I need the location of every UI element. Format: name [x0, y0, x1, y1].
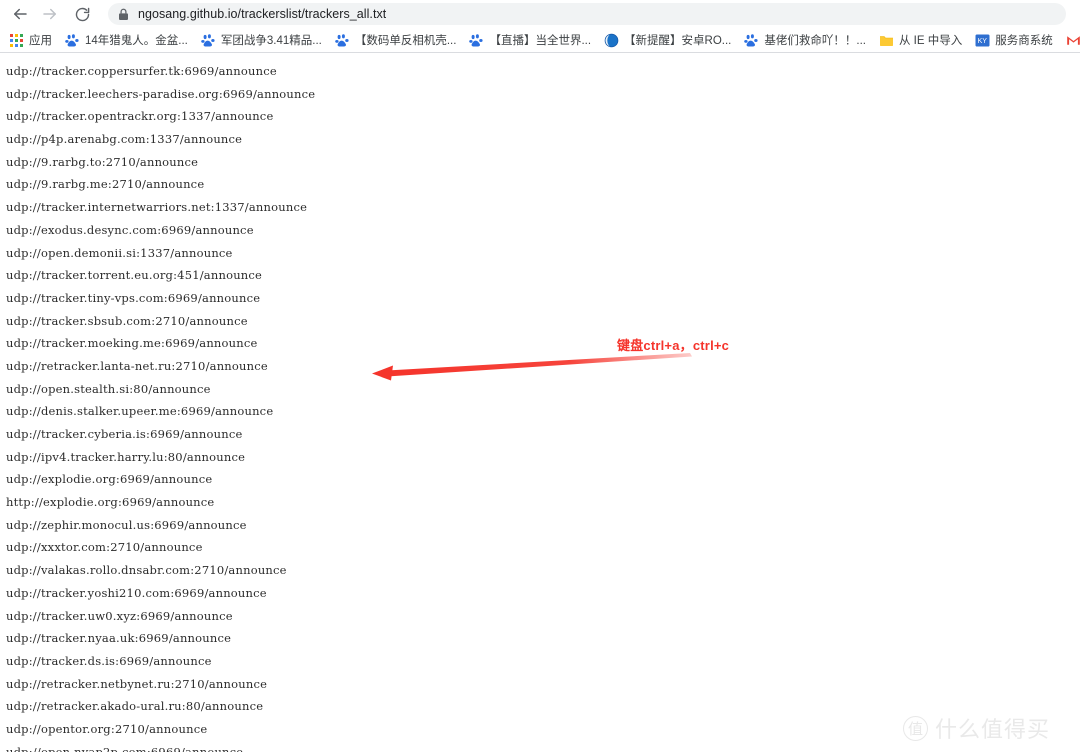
tracker-line: udp://tracker.leechers-paradise.org:6969… [6, 86, 316, 101]
tracker-line: udp://retracker.netbynet.ru:2710/announc… [6, 676, 268, 691]
bookmark-label: 基佬们救命吖！！... [764, 35, 866, 47]
tracker-line: udp://tracker.opentrackr.org:1337/announ… [6, 109, 274, 124]
tracker-line: http://explodie.org:6969/announce [6, 495, 215, 510]
address-bar-url: ngosang.github.io/trackerslist/trackers_… [138, 7, 387, 21]
tracker-line: udp://tracker.nyaa.uk:6969/announce [6, 631, 232, 646]
tracker-line: udp://open.demonii.si:1337/announce [6, 245, 233, 260]
browser-toolbar: ngosang.github.io/trackerslist/trackers_… [0, 0, 1080, 28]
tracker-line: udp://tracker.moeking.me:6969/announce [6, 336, 258, 351]
forward-button [36, 0, 64, 28]
baidu-paw-icon [744, 33, 759, 48]
bookmarks-bar: 应用 14年猎鬼人。金盆... 军团战争3.41精品... 【数码单反相机壳..… [0, 28, 1080, 53]
bookmark-label: 应用 [29, 35, 52, 47]
tracker-line: udp://p4p.arenabg.com:1337/announce [6, 132, 243, 147]
ky-badge-icon: KY [975, 33, 990, 48]
bookmark-item[interactable]: 【新提醒】安卓RO... [602, 30, 733, 50]
arrow-right-icon [41, 5, 59, 23]
tracker-line: udp://exodus.desync.com:6969/announce [6, 222, 254, 237]
tracker-line: udp://opentor.org:2710/announce [6, 721, 208, 736]
bookmark-item[interactable]: 基佬们救命吖！！... [742, 30, 868, 50]
tracker-line: udp://tracker.yoshi210.com:6969/announce [6, 585, 267, 600]
plain-text-document: udp://tracker.coppersurfer.tk:6969/annou… [0, 54, 1080, 752]
bookmark-apps[interactable]: 应用 [7, 30, 54, 50]
bookmark-label: 【直播】当全世界... [489, 35, 592, 47]
gmail-icon [1066, 33, 1080, 48]
bookmark-item[interactable]: 【数码单反相机壳... [333, 30, 459, 50]
tracker-line: udp://retracker.lanta-net.ru:2710/announ… [6, 358, 268, 373]
bookmark-label: 【新提醒】安卓RO... [624, 35, 732, 47]
bookmark-label: 14年猎鬼人。金盆... [85, 35, 188, 47]
tracker-line: udp://9.rarbg.to:2710/announce [6, 154, 199, 169]
folder-icon [879, 33, 894, 48]
apps-grid-icon [9, 33, 24, 48]
tracker-line: udp://denis.stalker.upeer.me:6969/announ… [6, 404, 274, 419]
tracker-line: udp://tracker.ds.is:6969/announce [6, 653, 212, 668]
bookmark-folder-ie-imports[interactable]: 从 IE 中导入 [877, 30, 964, 50]
tracker-line: udp://tracker.coppersurfer.tk:6969/annou… [6, 64, 277, 78]
reload-icon [74, 6, 91, 23]
bookmark-item[interactable]: 军团战争3.41精品... [199, 30, 324, 50]
lock-icon [118, 8, 129, 21]
tracker-url-list: udp://tracker.coppersurfer.tk:6969/annou… [0, 54, 315, 752]
watermark-badge-icon: 值 [903, 715, 928, 741]
bookmark-item[interactable]: KY 服务商系统 [973, 30, 1055, 50]
tracker-line: udp://tracker.cyberia.is:6969/announce [6, 427, 243, 441]
tracker-line: udp://9.rarbg.me:2710/announce [6, 177, 205, 192]
tracker-line: udp://open.nyap2p.com:6969/announce [6, 744, 244, 752]
baidu-paw-icon [335, 33, 350, 48]
tracker-line: udp://tracker.sbsub.com:2710/announce [6, 313, 248, 328]
bookmark-gmail[interactable]: Gmail [1064, 30, 1080, 50]
annotation-label: 键盘ctrl+a，ctrl+c [617, 338, 730, 353]
baidu-paw-icon [469, 33, 484, 48]
reload-button[interactable] [68, 0, 96, 28]
tracker-line: udp://tracker.torrent.eu.org:451/announc… [6, 268, 263, 283]
svg-text:KY: KY [978, 38, 988, 45]
tracker-line: udp://explodie.org:6969/announce [6, 472, 213, 487]
tracker-line: udp://tracker.internetwarriors.net:1337/… [6, 200, 308, 215]
baidu-paw-icon [201, 33, 216, 48]
browser-chrome: ngosang.github.io/trackerslist/trackers_… [0, 0, 1080, 54]
address-bar[interactable]: ngosang.github.io/trackerslist/trackers_… [108, 3, 1066, 25]
tracker-line: udp://retracker.akado-ural.ru:80/announc… [6, 699, 264, 714]
baidu-paw-icon [65, 33, 80, 48]
tracker-line: udp://open.stealth.si:80/announce [6, 381, 211, 396]
arrow-left-icon [11, 5, 29, 23]
bookmark-item[interactable]: 14年猎鬼人。金盆... [63, 30, 190, 50]
tracker-line: udp://tracker.uw0.xyz:6969/announce [6, 608, 233, 623]
tracker-line: udp://ipv4.tracker.harry.lu:80/announce [6, 449, 246, 464]
bookmark-label: 服务商系统 [995, 35, 1053, 47]
site-watermark: 值 什么值得买 [903, 712, 1050, 744]
tracker-line: udp://tracker.tiny-vps.com:6969/announce [6, 290, 261, 305]
watermark-text: 什么值得买 [935, 717, 1051, 742]
tracker-line: udp://valakas.rollo.dnsabr.com:2710/anno… [6, 563, 287, 578]
tracker-line: udp://zephir.monocul.us:6969/announce [6, 517, 247, 532]
globe-blue-icon [604, 33, 619, 48]
bookmark-label: 【数码单反相机壳... [354, 35, 457, 47]
tracker-line: udp://xxxtor.com:2710/announce [6, 540, 203, 555]
bookmark-item[interactable]: 【直播】当全世界... [467, 30, 593, 50]
bookmark-label: 从 IE 中导入 [898, 35, 963, 47]
back-button[interactable] [6, 0, 34, 28]
bookmark-label: 军团战争3.41精品... [220, 35, 322, 47]
